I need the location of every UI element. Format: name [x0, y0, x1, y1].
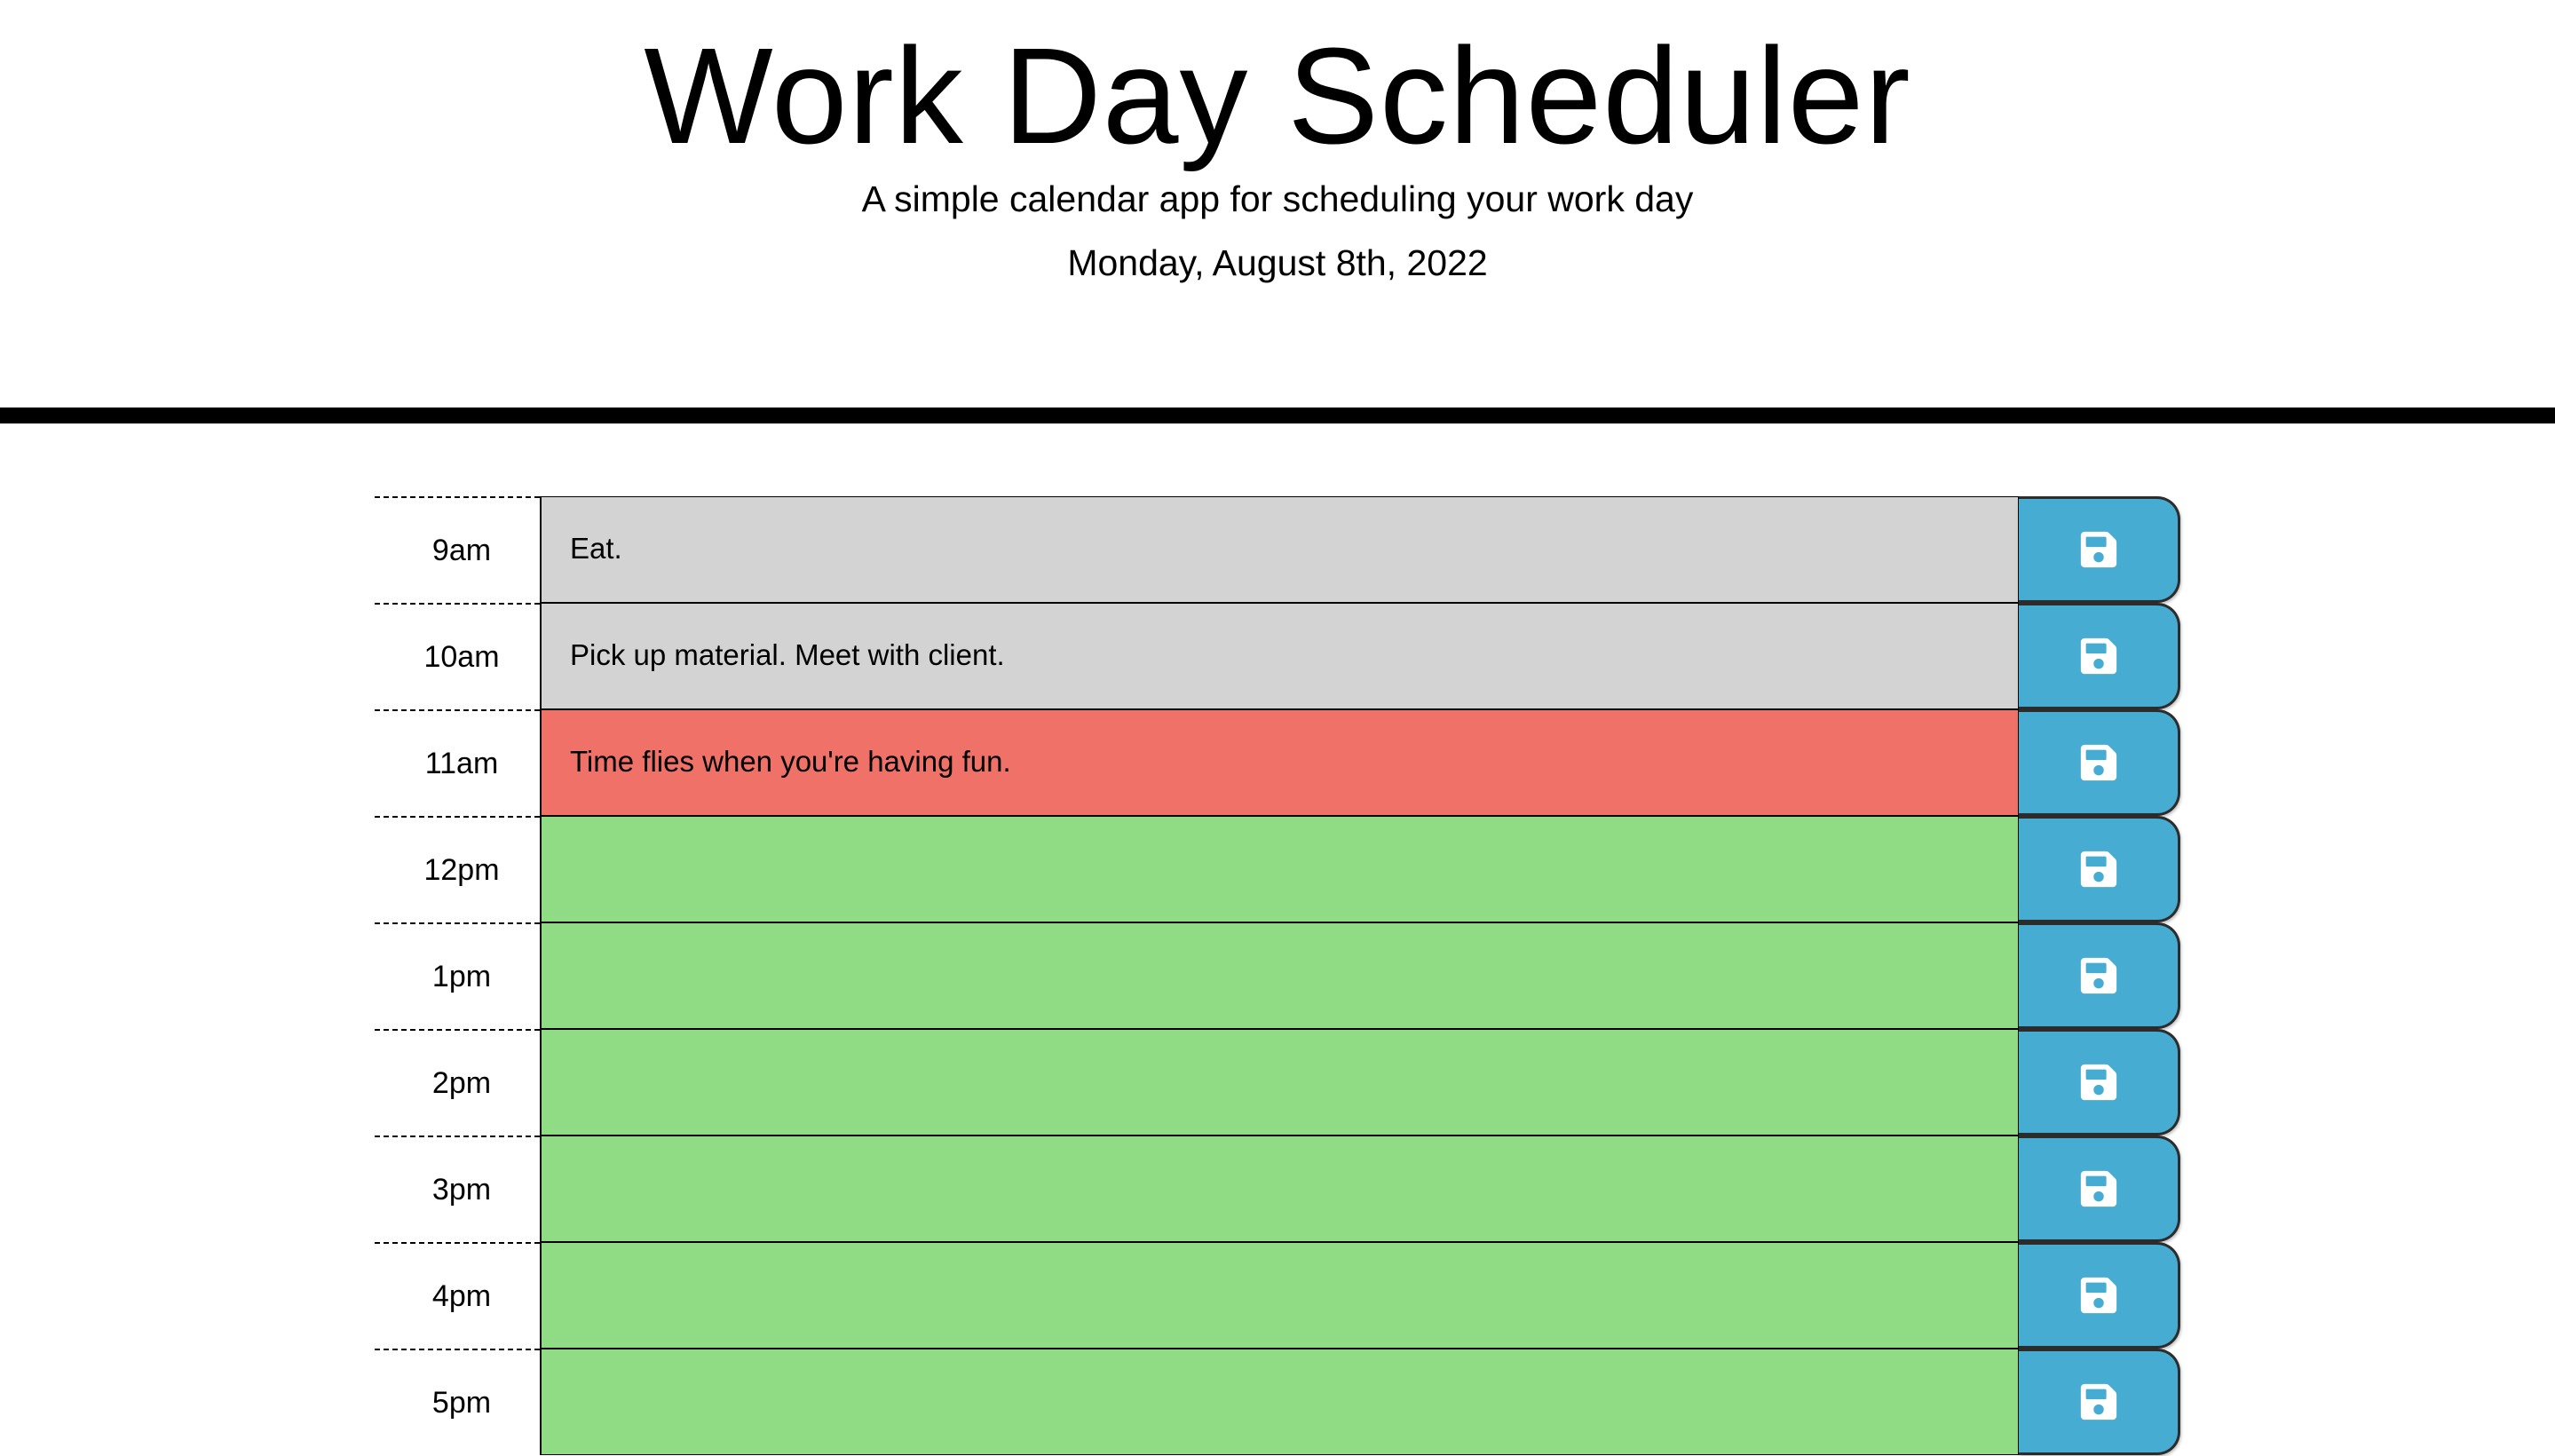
save-button[interactable]	[2019, 816, 2180, 922]
time-block-row: 12pm	[375, 816, 2180, 922]
event-description-input[interactable]	[540, 1349, 2019, 1455]
floppy-disk-icon	[2078, 1381, 2119, 1422]
event-description-input[interactable]	[540, 1029, 2019, 1136]
time-block-row: 5pm	[375, 1349, 2180, 1455]
event-description-input[interactable]	[540, 1242, 2019, 1349]
schedule-container: 9am Eat. 10am Pick up material. Meet with c…	[375, 496, 2180, 1455]
event-description-input[interactable]: Pick up material. Meet with client.	[540, 603, 2019, 709]
hour-label: 5pm	[375, 1349, 540, 1455]
time-block-row: 3pm	[375, 1136, 2180, 1242]
time-block-row: 1pm	[375, 922, 2180, 1029]
floppy-disk-icon	[2078, 1062, 2119, 1103]
hour-label: 2pm	[375, 1029, 540, 1136]
time-block-row: 4pm	[375, 1242, 2180, 1349]
floppy-disk-icon	[2078, 529, 2119, 570]
floppy-disk-icon	[2078, 1275, 2119, 1316]
hour-label: 10am	[375, 603, 540, 709]
floppy-disk-icon	[2078, 849, 2119, 890]
current-date: Monday, August 8th, 2022	[1067, 242, 1488, 283]
time-block-row: 11am Time flies when you're having fun.	[375, 709, 2180, 816]
save-button[interactable]	[2019, 496, 2180, 603]
event-description-input[interactable]	[540, 1136, 2019, 1242]
save-button[interactable]	[2019, 1242, 2180, 1349]
page-title: Work Day Scheduler	[644, 20, 1911, 172]
header: Work Day Scheduler A simple calendar app…	[0, 0, 2555, 423]
time-block-row: 2pm	[375, 1029, 2180, 1136]
event-description-input[interactable]	[540, 816, 2019, 922]
hour-label: 1pm	[375, 922, 540, 1029]
floppy-disk-icon	[2078, 1168, 2119, 1209]
page-subtitle: A simple calendar app for scheduling you…	[861, 178, 1694, 219]
save-button[interactable]	[2019, 603, 2180, 709]
floppy-disk-icon	[2078, 955, 2119, 996]
floppy-disk-icon	[2078, 742, 2119, 783]
floppy-disk-icon	[2078, 636, 2119, 677]
event-description-input[interactable]	[540, 922, 2019, 1029]
hour-label: 9am	[375, 496, 540, 603]
save-button[interactable]	[2019, 709, 2180, 816]
hour-label: 11am	[375, 709, 540, 816]
save-button[interactable]	[2019, 922, 2180, 1029]
event-description-input[interactable]: Time flies when you're having fun.	[540, 709, 2019, 816]
hour-label: 12pm	[375, 816, 540, 922]
hour-label: 3pm	[375, 1136, 540, 1242]
save-button[interactable]	[2019, 1136, 2180, 1242]
hour-label: 4pm	[375, 1242, 540, 1349]
save-button[interactable]	[2019, 1349, 2180, 1455]
time-block-row: 10am Pick up material. Meet with client.	[375, 603, 2180, 709]
save-button[interactable]	[2019, 1029, 2180, 1136]
event-description-input[interactable]: Eat.	[540, 496, 2019, 603]
time-block-row: 9am Eat.	[375, 496, 2180, 603]
